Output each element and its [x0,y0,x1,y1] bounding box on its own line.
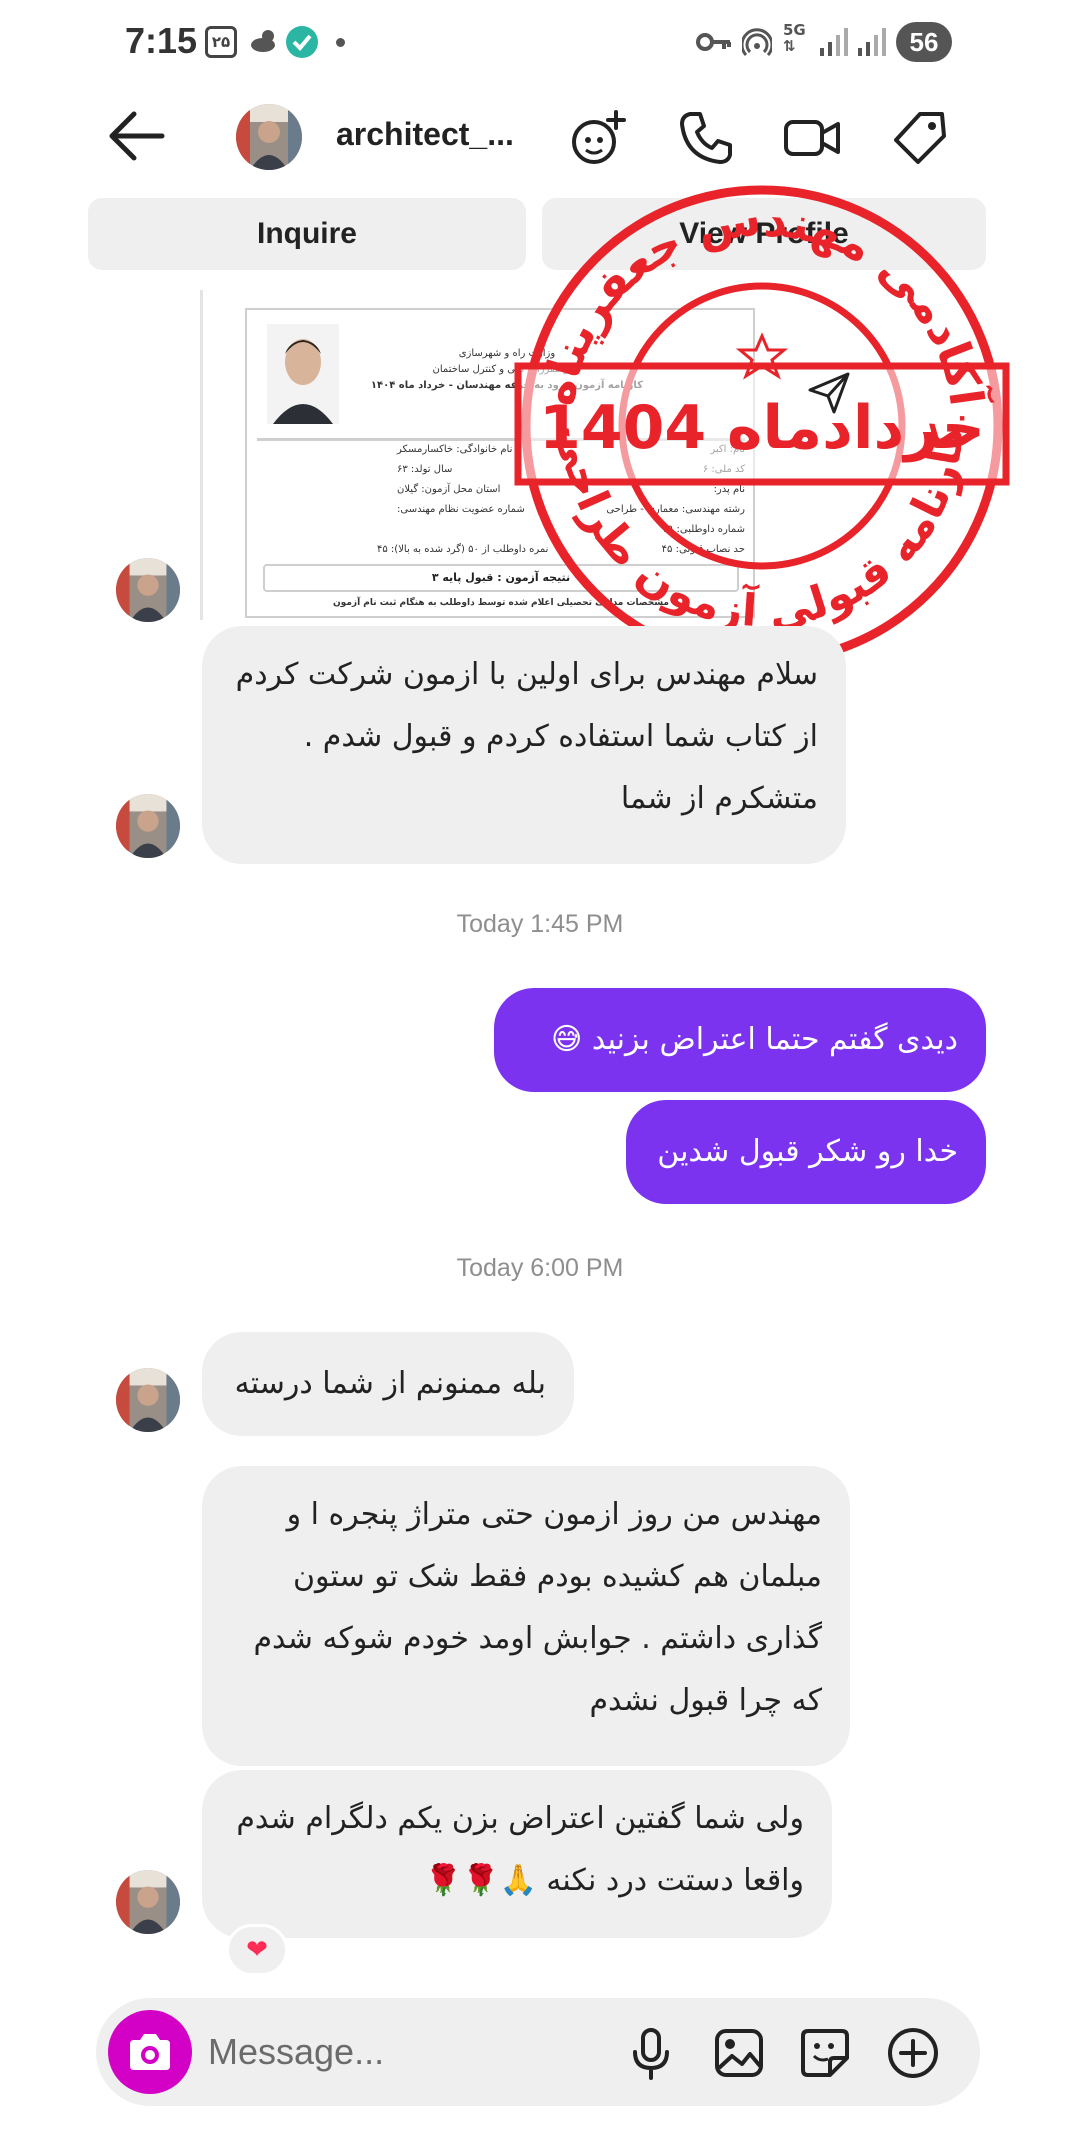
avatar[interactable] [116,558,180,622]
status-time: 7:15 [125,20,198,61]
message-line: متشکرم از شما [620,781,818,816]
incoming-message[interactable]: مهندس من روز ازمون حتی متراژ پنجره ا و م… [202,1466,850,1766]
message-input[interactable] [208,2026,608,2078]
message-line: مبلمان هم کشیده بودم فقط شک تو ستون [293,1559,822,1594]
calendar-badge-icon: ۲۵ [205,26,237,58]
message-line: ولی شما گفتین اعتراض بزن یکم دلگرام شدم [236,1801,804,1836]
avatar[interactable] [116,1368,180,1432]
microphone-icon[interactable] [624,2026,678,2080]
heart-reaction-icon[interactable]: ❤ [226,1924,288,1976]
video-call-icon[interactable] [782,108,842,168]
avatar[interactable] [116,794,180,858]
doc-name: نام: اکبر [710,444,745,455]
doc-member: شماره عضویت نظام مهندسی: [397,504,525,515]
message-composer [96,1998,980,2106]
status-bar: 7:15 ۲۵ 5G ⇅ 56 [0,0,1080,86]
message-line: مهندس من روز ازمون حتی متراژ پنجره ا و [286,1497,822,1532]
outgoing-message[interactable]: خدا رو شکر قبول شدین [626,1100,986,1204]
doc-code: کد ملی: ۶ [702,464,745,475]
phone-icon[interactable] [676,108,736,168]
signal-icon [820,28,848,56]
doc-result: نتیجه آزمون : قبول پایه ۳ [263,564,739,592]
doc-score: نمره داوطلب از ۵۰ (گرد شده به بالا): ۴۵ [377,544,549,555]
add-circle-icon[interactable] [886,2026,940,2080]
sticker-icon[interactable] [798,2026,852,2080]
doc-birth: سال تولد: ۶۳ [397,464,453,475]
doc-note: مشخصات مدارک تحصیلی اعلام شده توسط داوطل… [333,598,669,608]
doc-office: دفتر مقررات ملی و کنترل ساختمان [432,364,582,375]
doc-ministry: وزارت راه و شهرسازی [458,348,556,359]
message-line: که چرا قبول نشدم [589,1683,822,1718]
notification-dot [336,38,345,47]
network-type: 5G ⇅ [783,21,806,55]
chat-header: architect_... [0,86,1080,186]
photo-thumbnail [267,324,339,424]
doc-min: حد نصاب قبولی: ۴۵ [661,544,745,555]
weather-icon [251,30,275,52]
hotspot-icon [742,28,772,57]
doc-father: نام پدر: [713,484,745,495]
gallery-icon[interactable] [712,2026,766,2080]
signal-2-icon [858,28,886,56]
tag-icon[interactable] [890,108,950,168]
incoming-message[interactable]: بله ممنونم از شما درسته [202,1332,574,1436]
timestamp: Today 6:00 PM [456,1254,624,1282]
doc-place: استان محل آزمون: گیلان [397,484,501,495]
camera-icon [130,2034,170,2070]
message-line: گذاری داشتم . جوابش اومد خودم شوکه شدم [253,1621,822,1656]
timestamp: Today 1:45 PM [456,910,624,938]
message-line: سلام مهندس برای اولین با ازمون شرکت کردم [235,657,818,692]
message-line: از کتاب شما استفاده کردم و قبول شدم . [303,719,818,754]
outgoing-message[interactable]: دیدی گفتم حتما اعتراض بزنید 😅 [494,988,986,1092]
doc-field: رشته مهندسی: معماری - طراحی [606,504,745,515]
incoming-message[interactable]: سلام مهندس برای اولین با ازمون شرکت کردم… [202,626,846,864]
incoming-message[interactable]: ولی شما گفتین اعتراض بزن یکم دلگرام شدم … [202,1770,832,1938]
inquire-button[interactable]: Inquire [88,198,526,270]
verified-check-icon [286,26,318,58]
avatar[interactable] [236,104,302,170]
exam-certificate: وزارت راه و شهرسازی دفتر مقررات ملی و کن… [245,308,755,618]
ai-sparkle-icon[interactable] [568,108,628,168]
avatar[interactable] [116,1870,180,1934]
shared-image[interactable]: وزارت راه و شهرسازی دفتر مقررات ملی و کن… [200,290,760,620]
doc-title: کارنامه آزمون ورود به حرفه مهندسان - خرد… [370,380,643,391]
back-arrow-icon[interactable] [108,110,168,162]
chat-username[interactable]: architect_... [336,116,514,153]
share-send-icon [808,372,850,414]
camera-button[interactable] [108,2010,192,2094]
key-icon [696,33,731,51]
view-profile-button[interactable]: View Profile [542,198,986,270]
doc-seat: شماره داوطلبی: ۲۹ [662,524,745,535]
battery-indicator: 56 [896,22,952,62]
message-line: واقعا دستت درد نکنه 🙏🌹🌹 [424,1863,804,1898]
doc-family: نام خانوادگی: خاکسارمسکر [397,444,513,455]
